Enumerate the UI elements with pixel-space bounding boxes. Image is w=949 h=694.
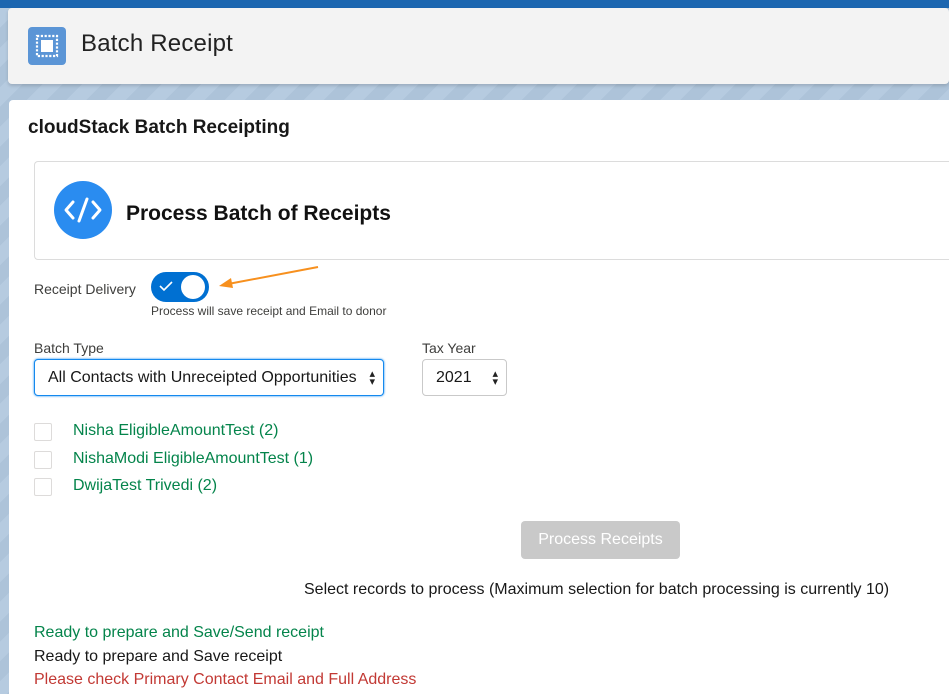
page-header: Batch Receipt: [8, 8, 949, 84]
tax-year-value: 2021: [436, 369, 472, 386]
app-title: Batch Receipt: [81, 30, 234, 57]
contact-link[interactable]: NishaModi EligibleAmountTest (1): [73, 450, 313, 468]
legend-ready-send: Ready to prepare and Save/Send receipt: [34, 624, 324, 641]
contact-link[interactable]: Nisha EligibleAmountTest (2): [73, 422, 278, 440]
receipt-delivery-label: Receipt Delivery: [34, 281, 136, 297]
batch-type-select[interactable]: All Contacts with Unreceipted Opportunit…: [34, 359, 384, 396]
toggle-knob: [181, 275, 205, 299]
tax-year-select[interactable]: 2021 ▴ ▾: [422, 359, 507, 396]
receipt-delivery-toggle[interactable]: [151, 272, 209, 302]
select-arrows-icon: ▴ ▾: [492, 368, 498, 388]
page-title: cloudStack Batch Receipting: [28, 117, 290, 138]
contact-checkbox[interactable]: [34, 451, 52, 469]
batch-receipt-icon: [28, 27, 66, 65]
check-icon: [159, 281, 173, 292]
annotation-arrow-icon: [219, 266, 319, 288]
selection-note: Select records to process (Maximum selec…: [304, 581, 890, 598]
contact-link[interactable]: DwijaTest Trivedi (2): [73, 477, 217, 495]
main-panel: cloudStack Batch Receipting Process Batc…: [9, 100, 949, 694]
top-bar: [0, 0, 949, 8]
select-arrows-icon: ▴ ▾: [369, 368, 375, 388]
batch-type-label: Batch Type: [34, 340, 104, 356]
contact-checkbox[interactable]: [34, 423, 52, 441]
tax-year-label: Tax Year: [422, 340, 476, 356]
receipt-delivery-helper: Process will save receipt and Email to d…: [151, 304, 387, 318]
legend-ready-save: Ready to prepare and Save receipt: [34, 648, 283, 665]
card-title: Process Batch of Receipts: [126, 202, 391, 225]
legend-check-contact: Please check Primary Contact Email and F…: [34, 671, 417, 688]
contact-checkbox[interactable]: [34, 478, 52, 496]
process-receipts-button[interactable]: Process Receipts: [521, 521, 680, 559]
process-batch-card: Process Batch of Receipts: [34, 161, 949, 260]
code-icon: [54, 181, 112, 239]
batch-type-value: All Contacts with Unreceipted Opportunit…: [48, 369, 357, 386]
